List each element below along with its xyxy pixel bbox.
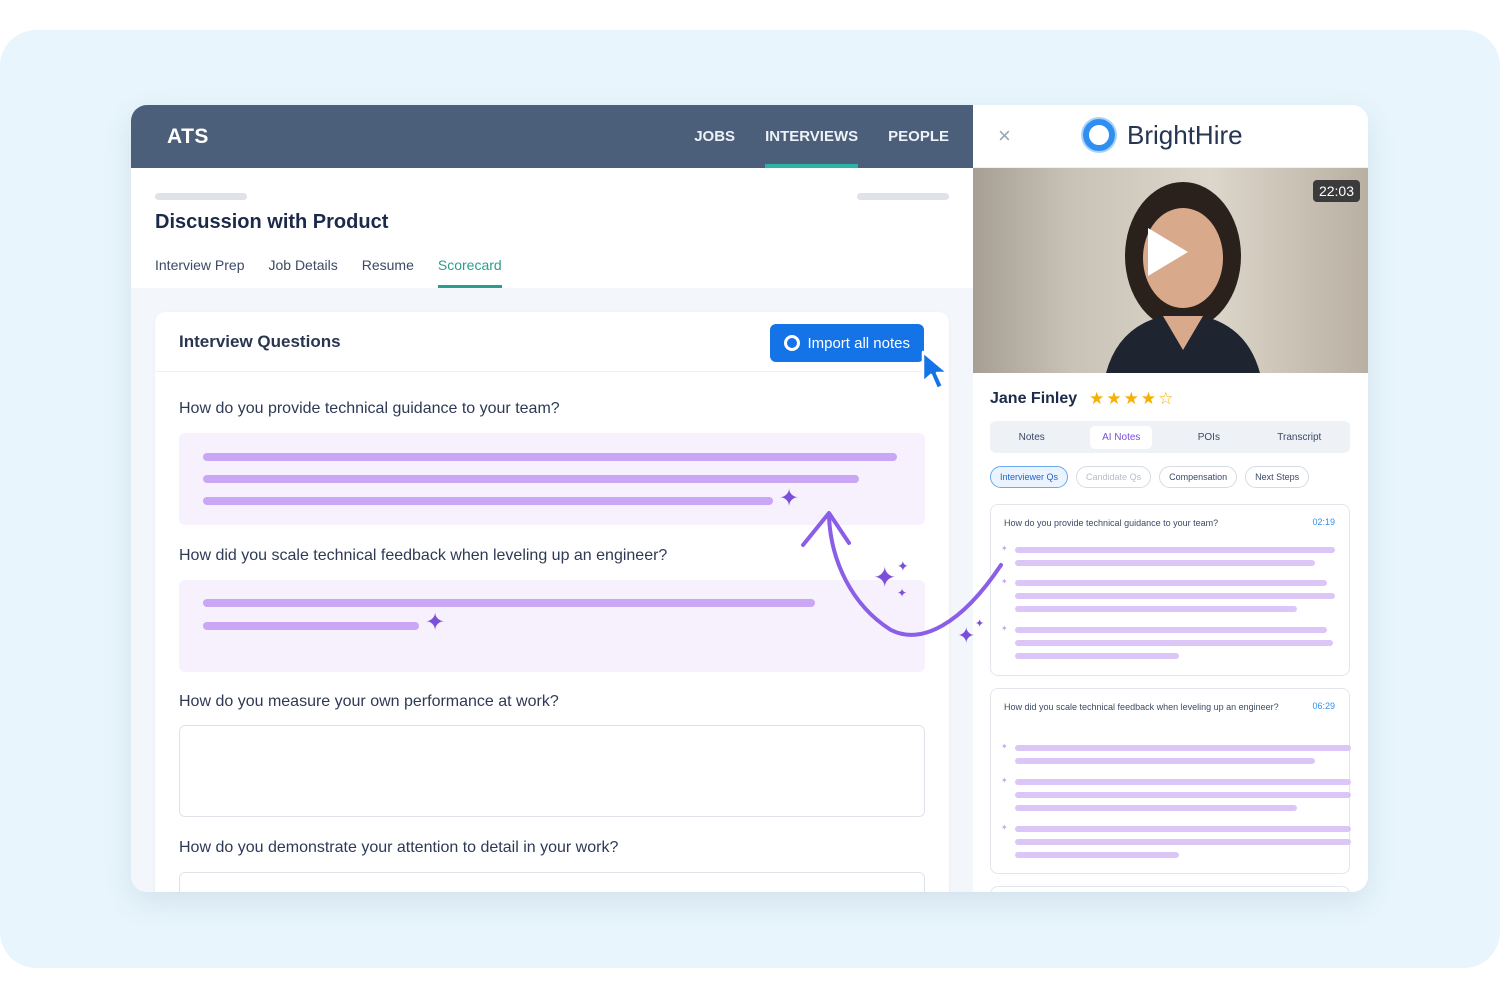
sparkle-icon: ✦: [873, 561, 896, 594]
sparkle-icon: ✦: [897, 559, 909, 575]
sync-arrow: ✦ ✦ ✦ ✦ ✦: [801, 511, 1003, 649]
sparkle-icon: ✦: [957, 624, 975, 649]
sparkle-icon: ✦: [975, 617, 984, 630]
sparkle-icon: ✦: [897, 586, 907, 600]
app-window: ATS JOBS INTERVIEWS PEOPLE Discussion wi…: [131, 105, 1368, 892]
